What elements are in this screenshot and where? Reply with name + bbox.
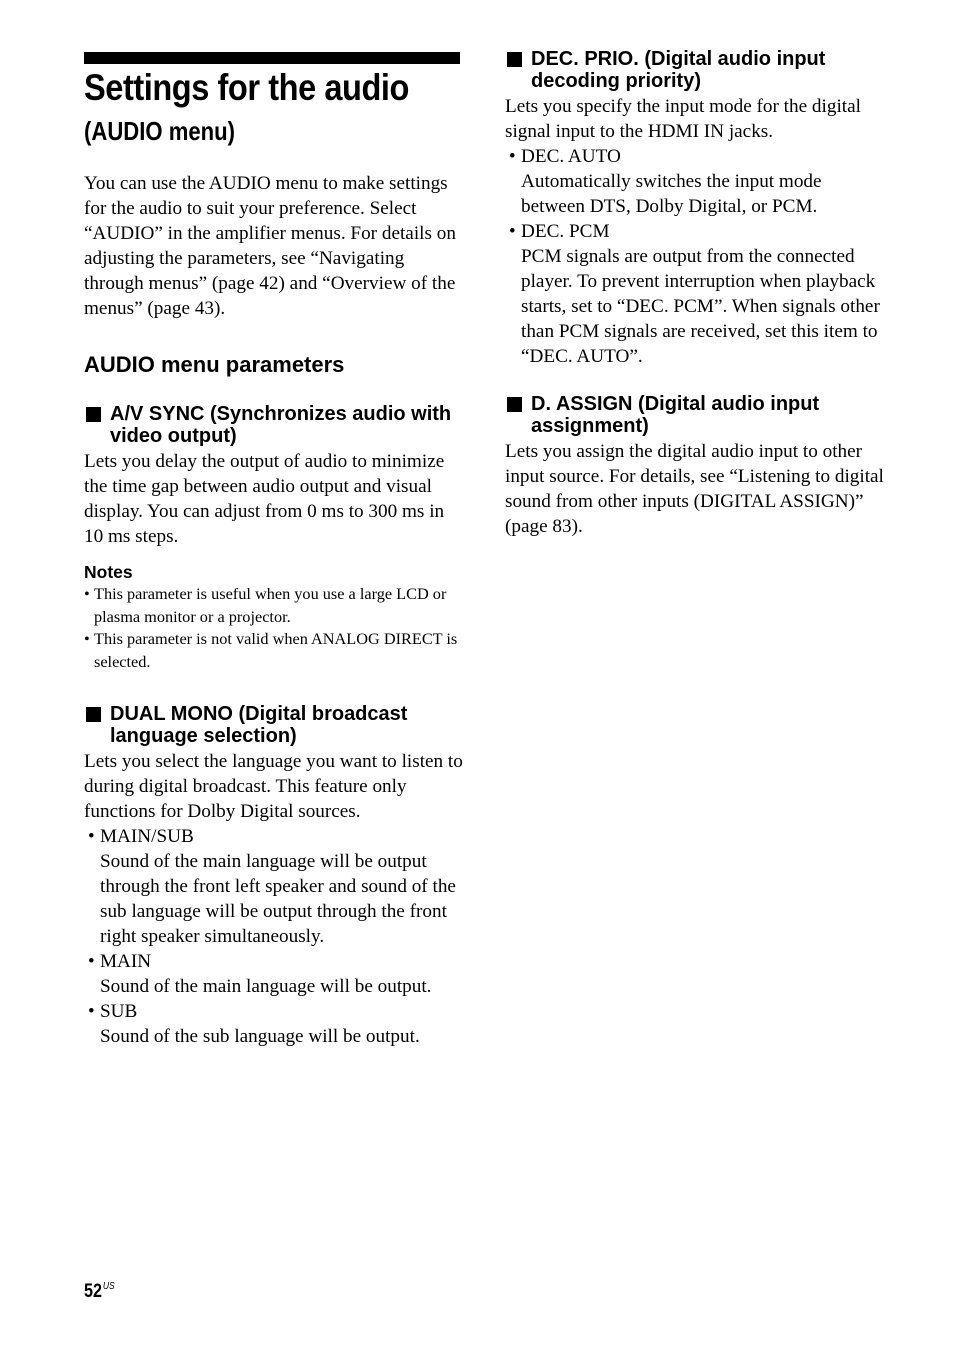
bullet-icon: • <box>88 951 95 972</box>
bullet-icon: • <box>88 1001 95 1022</box>
page-number: 52US <box>84 1281 115 1303</box>
option-name: MAIN <box>100 951 152 972</box>
page-region: US <box>102 1281 115 1292</box>
section-dual-mono: DUAL MONO (Digital broadcast language se… <box>84 703 464 1049</box>
option-name: SUB <box>100 1001 138 1022</box>
option-desc: Automatically switches the input mode be… <box>521 171 822 217</box>
bullet-icon: • <box>509 221 516 242</box>
section-body: Lets you specify the input mode for the … <box>505 96 861 142</box>
bullet-icon: • <box>509 146 516 167</box>
square-bullet-icon <box>86 407 101 422</box>
section-heading: DEC. PRIO. (Digital audio input decoding… <box>505 48 887 92</box>
option-item: • SUB Sound of the sub language will be … <box>84 999 464 1049</box>
section-heading-text: DUAL MONO (Digital broadcast language se… <box>110 703 408 747</box>
section-body: Lets you assign the digital audio input … <box>505 441 884 537</box>
section-heading-text: DEC. PRIO. (Digital audio input decoding… <box>531 48 826 92</box>
bullet-icon: • <box>84 584 90 603</box>
section-body: Lets you select the language you want to… <box>84 751 463 822</box>
section-d-assign: D. ASSIGN (Digital audio input assignmen… <box>505 393 887 539</box>
option-desc: PCM signals are output from the connecte… <box>521 246 880 367</box>
square-bullet-icon <box>507 397 522 412</box>
note-item: • This parameter is not valid when ANALO… <box>84 629 458 671</box>
intro-paragraph: You can use the AUDIO menu to make setti… <box>84 173 456 319</box>
option-item: • MAIN/SUB Sound of the main language wi… <box>84 824 464 949</box>
option-name: DEC. PCM <box>521 221 610 242</box>
section-av-sync: A/V SYNC (Synchronizes audio with video … <box>84 403 464 673</box>
option-name: DEC. AUTO <box>521 146 621 167</box>
section-heading: D. ASSIGN (Digital audio input assignmen… <box>505 393 887 437</box>
page-number-value: 52 <box>84 1281 102 1302</box>
option-item: • MAIN Sound of the main language will b… <box>84 949 464 999</box>
option-item: • DEC. PCM PCM signals are output from t… <box>505 219 887 369</box>
section-heading-text: D. ASSIGN (Digital audio input assignmen… <box>531 393 820 437</box>
bullet-icon: • <box>88 826 95 847</box>
section-heading: A/V SYNC (Synchronizes audio with video … <box>84 403 464 447</box>
square-bullet-icon <box>507 52 522 67</box>
page-subtitle: (AUDIO menu) <box>84 116 236 146</box>
section-heading-text: A/V SYNC (Synchronizes audio with video … <box>110 403 452 447</box>
page-title: Settings for the audio <box>84 67 409 108</box>
option-name: MAIN/SUB <box>100 826 194 847</box>
option-desc: Sound of the sub language will be output… <box>100 1026 420 1047</box>
option-desc: Sound of the main language will be outpu… <box>100 976 432 997</box>
note-item: • This parameter is useful when you use … <box>84 584 447 626</box>
section-dec-prio: DEC. PRIO. (Digital audio input decoding… <box>505 48 887 369</box>
notes-heading: Notes <box>84 562 133 582</box>
square-bullet-icon <box>86 707 101 722</box>
option-desc: Sound of the main language will be outpu… <box>100 851 456 947</box>
bullet-icon: • <box>84 629 90 648</box>
title-rule <box>84 52 460 64</box>
option-item: • DEC. AUTO Automatically switches the i… <box>505 144 887 219</box>
section-heading: DUAL MONO (Digital broadcast language se… <box>84 703 464 747</box>
notes-block: Notes • This parameter is useful when yo… <box>84 561 464 673</box>
parameters-heading: AUDIO menu parameters <box>84 352 345 377</box>
section-body: Lets you delay the output of audio to mi… <box>84 451 445 547</box>
